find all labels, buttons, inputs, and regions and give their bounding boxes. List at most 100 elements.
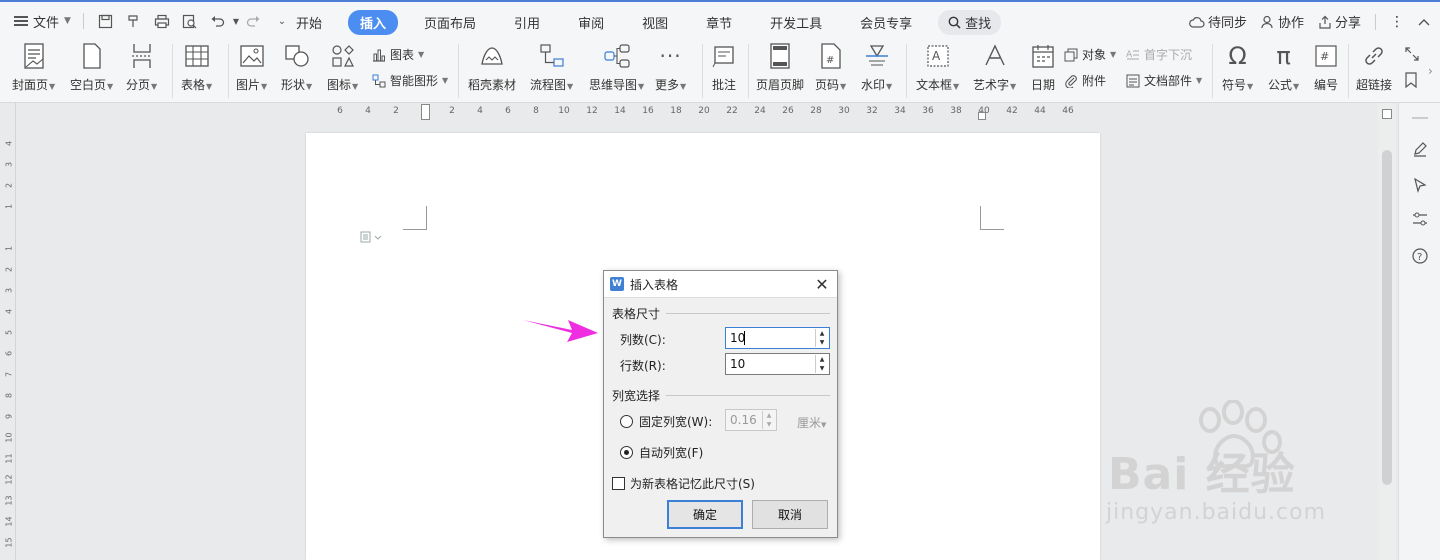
dropdown-icon: ▼ — [306, 82, 313, 91]
crossref-icon[interactable] — [1404, 46, 1420, 62]
fixed-width-radio[interactable] — [620, 415, 633, 428]
divider — [748, 44, 749, 98]
smart-graphic-button[interactable]: 智能图形 ▼ — [372, 72, 448, 89]
settings-sliders-icon[interactable] — [1410, 209, 1430, 229]
horizontal-ruler[interactable]: 6 4 2 2 4 6 8 10 12 14 16 18 20 22 24 26 28 30 32 34 36 38 40 4… — [306, 103, 1100, 121]
comment-button[interactable]: 批注 — [710, 42, 738, 93]
more-label: 更多 — [655, 78, 680, 92]
undo-dropdown-icon[interactable]: ▼ — [232, 12, 240, 30]
undo-icon[interactable] — [209, 12, 227, 30]
ruler-tick-label: 2 — [4, 266, 14, 273]
table-button[interactable]: 表格▼ — [181, 42, 212, 93]
columns-stepper[interactable]: 10 ▲ ▼ — [725, 327, 830, 349]
watermark-url: jingyan.baidu.com — [1106, 500, 1327, 525]
tab-home[interactable]: 开始 — [284, 10, 334, 35]
cover-page-button[interactable]: 封面页▼ — [12, 42, 55, 93]
columns-increment-button[interactable]: ▲ — [816, 329, 828, 338]
chart-button[interactable]: 图表 ▼ — [372, 46, 424, 63]
remember-size-option[interactable]: 为新表格记忆此尺寸(S) — [612, 475, 755, 492]
collaborate-button[interactable]: 协作 — [1261, 12, 1304, 31]
drop-cap-icon: A — [1126, 50, 1139, 60]
flowchart-button[interactable]: 流程图▼ — [530, 42, 573, 93]
close-icon[interactable]: ✕ — [813, 275, 831, 294]
watermark-button[interactable]: 水印▼ — [861, 42, 892, 93]
dialog-titlebar[interactable]: W 插入表格 ✕ — [604, 271, 837, 298]
ribbon-scroll-right-icon[interactable]: › — [1428, 64, 1433, 78]
save-icon[interactable] — [97, 12, 115, 30]
rows-increment-button[interactable]: ▲ — [816, 355, 828, 364]
pen-icon[interactable] — [1410, 139, 1430, 159]
hyperlink-button[interactable]: 超链接 — [1356, 42, 1392, 93]
header-footer-button[interactable]: 页眉页脚 — [756, 42, 804, 93]
search-button[interactable]: 查找 — [938, 10, 1002, 35]
dropdown-icon: ▼ — [680, 82, 687, 91]
remember-size-checkbox[interactable] — [612, 477, 625, 490]
ruler-tick-label: 14 — [4, 516, 14, 527]
tab-insert[interactable]: 插入 — [348, 10, 399, 35]
auto-width-option[interactable]: 自动列宽(F) — [620, 444, 703, 461]
tab-member[interactable]: 会员专享 — [848, 10, 924, 35]
right-indent-marker[interactable] — [978, 112, 986, 120]
select-cursor-icon[interactable] — [1410, 175, 1430, 195]
indent-marker[interactable] — [421, 104, 430, 120]
rows-stepper[interactable]: 10 ▲ ▼ — [725, 353, 830, 375]
picture-button[interactable]: 图片▼ — [236, 42, 267, 93]
auto-width-radio[interactable] — [620, 446, 633, 459]
page-break-button[interactable]: 分页▼ — [126, 42, 157, 93]
mindmap-button[interactable]: 思维导图▼ — [589, 42, 644, 93]
rows-decrement-button[interactable]: ▼ — [816, 364, 828, 373]
redo-icon[interactable] — [245, 12, 263, 30]
scrollbar-thumb[interactable] — [1382, 150, 1392, 485]
fixed-width-option[interactable]: 固定列宽(W): — [620, 413, 712, 430]
ruler-tick-label: 10 — [558, 106, 570, 116]
more-options-icon[interactable]: ⋮ — [1390, 14, 1404, 30]
svg-text:#: # — [1320, 50, 1329, 63]
sync-status-button[interactable]: 待同步 — [1189, 12, 1247, 31]
share-button[interactable]: 分享 — [1318, 12, 1361, 31]
print-preview-icon[interactable] — [181, 12, 199, 30]
wordart-button[interactable]: 艺术字▼ — [973, 42, 1016, 93]
bookmark-icon[interactable] — [1404, 72, 1418, 88]
hyperlink-label: 超链接 — [1356, 78, 1393, 92]
blank-page-button[interactable]: 空白页▼ — [70, 42, 113, 93]
formula-button[interactable]: π 公式▼ — [1268, 42, 1299, 93]
help-icon[interactable]: ? — [1410, 246, 1430, 266]
file-menu[interactable]: 文件 ▼ — [10, 12, 75, 31]
ok-button[interactable]: 确定 — [667, 500, 743, 529]
shape-icon — [283, 42, 311, 70]
icon-library-button[interactable]: 图标▼ — [327, 42, 358, 93]
attachment-button[interactable]: 附件 — [1064, 72, 1106, 89]
format-painter-icon[interactable] — [125, 12, 143, 30]
tab-developer[interactable]: 开发工具 — [758, 10, 834, 35]
vertical-ruler[interactable]: 4 3 2 1 1 2 3 4 5 6 7 8 9 10 11 12 13 14 15 — [0, 103, 16, 560]
more-button[interactable]: ··· 更多▼ — [655, 42, 686, 93]
tab-page-layout[interactable]: 页面布局 — [412, 10, 488, 35]
tab-references[interactable]: 引用 — [502, 10, 552, 35]
textbox-button[interactable]: A 文本框▼ — [916, 42, 959, 93]
print-icon[interactable] — [153, 12, 171, 30]
symbol-button[interactable]: Ω 符号▼ — [1222, 42, 1253, 93]
ruler-tick-label: 9 — [4, 413, 14, 420]
material-button[interactable]: 稻壳素材 — [468, 42, 516, 93]
date-button[interactable]: 日期 — [1029, 42, 1057, 93]
drop-cap-button[interactable]: A 首字下沉 — [1126, 46, 1192, 63]
page-number-label: 页码 — [815, 78, 840, 92]
object-button[interactable]: 对象 ▼ — [1064, 46, 1116, 63]
numbering-button[interactable]: # 编号 — [1312, 42, 1340, 93]
vertical-scrollbar[interactable] — [1378, 103, 1396, 560]
shape-label: 形状 — [281, 78, 306, 92]
tab-review[interactable]: 审阅 — [566, 10, 616, 35]
watermark-label: 水印 — [861, 78, 886, 92]
doc-part-button[interactable]: 文档部件 ▼ — [1126, 72, 1202, 89]
menu-bar: 文件 ▼ ▼ ⌄ 开始 插入 页面布局 引用 审阅 视图 章节 开发工具 会员专… — [0, 0, 1440, 40]
columns-decrement-button[interactable]: ▼ — [816, 338, 828, 347]
tab-view[interactable]: 视图 — [630, 10, 680, 35]
collapse-ribbon-icon[interactable] — [1418, 18, 1430, 26]
cancel-button[interactable]: 取消 — [752, 500, 828, 529]
page-number-button[interactable]: # 页码▼ — [815, 42, 846, 93]
panel-handle — [1412, 117, 1428, 119]
split-view-icon[interactable] — [1382, 109, 1392, 119]
shape-button[interactable]: 形状▼ — [281, 42, 312, 93]
tab-section[interactable]: 章节 — [694, 10, 744, 35]
paragraph-layout-icon[interactable] — [360, 231, 382, 246]
